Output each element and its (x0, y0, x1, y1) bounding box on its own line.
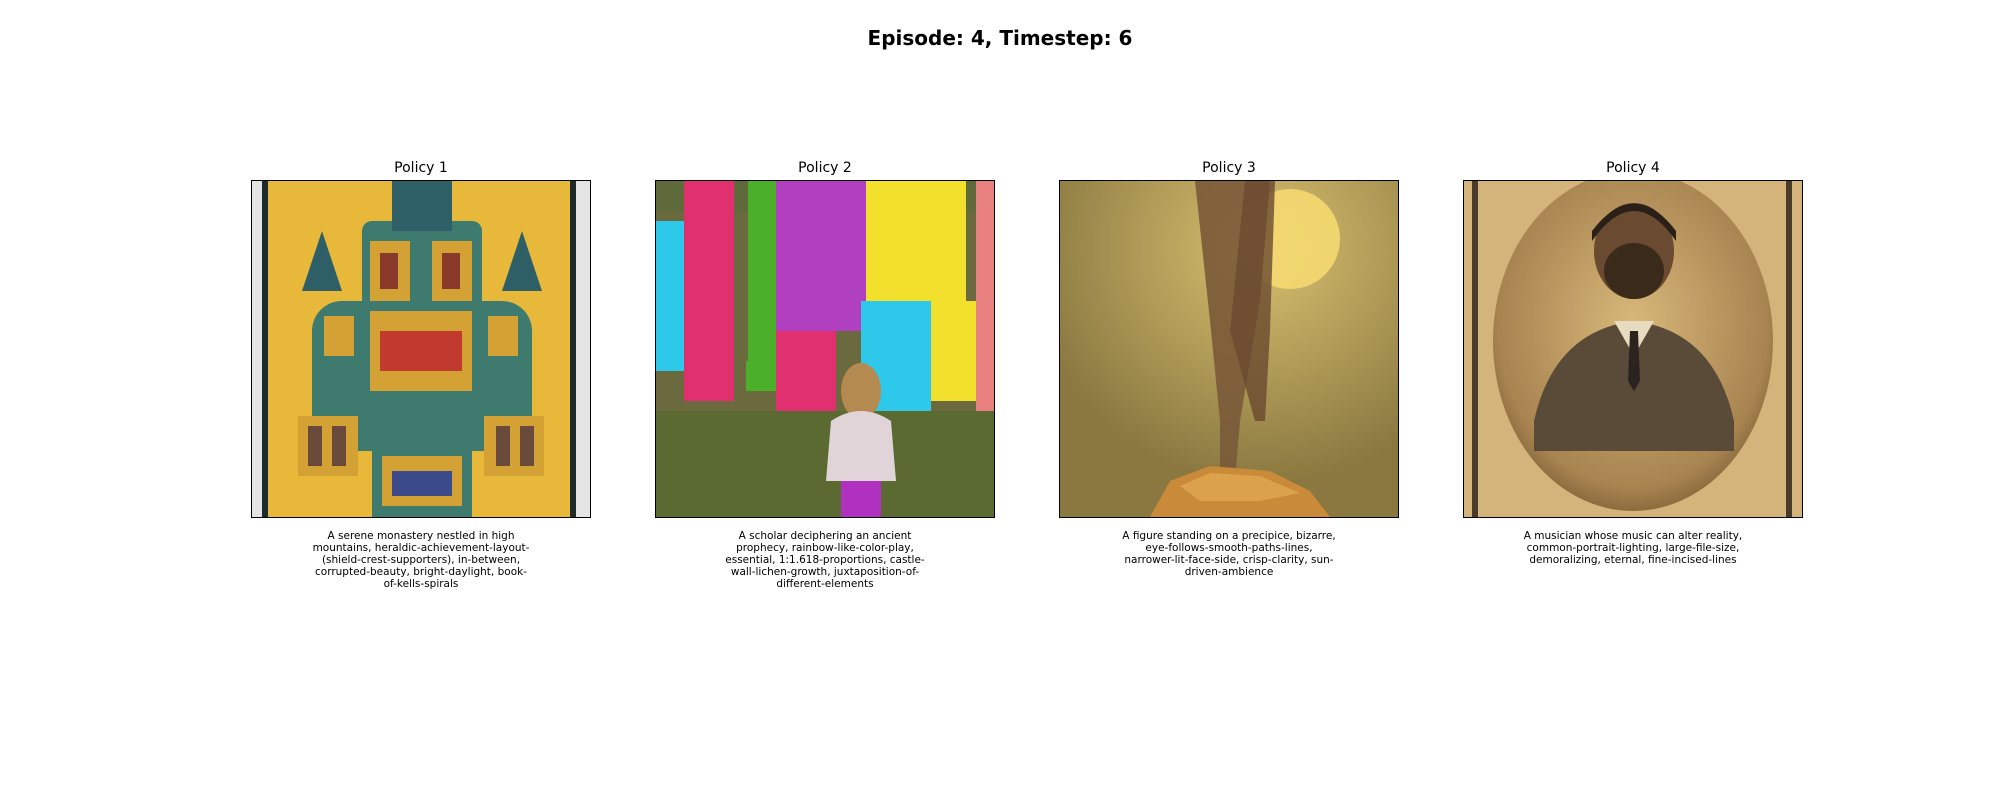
panel-caption: A figure standing on a precipice, bizarr… (1122, 530, 1336, 578)
colorful-wall-scholar-image (656, 181, 994, 517)
policy-panel-3: Policy 3 A figure standing on a precipic… (1059, 158, 1399, 578)
panel-caption: A scholar deciphering an ancient prophec… (725, 530, 925, 590)
policy-image-2 (655, 180, 995, 518)
policy-image-1 (251, 180, 591, 518)
figure-title: Episode: 4, Timestep: 6 (867, 26, 1133, 50)
panel-title: Policy 2 (798, 160, 852, 176)
panel-title: Policy 4 (1606, 160, 1660, 176)
panel-caption: A serene monastery nestled in high mount… (312, 530, 530, 590)
policy-panel-4: Policy 4 A musician whose music can alte… (1463, 158, 1803, 566)
policy-panel-2: Policy 2 A scholar deciphering an ancien… (655, 158, 995, 590)
panel-title: Policy 1 (394, 160, 448, 176)
policy-image-3 (1059, 180, 1399, 518)
musician-portrait-image (1464, 181, 1802, 517)
policy-image-4 (1463, 180, 1803, 518)
panel-caption: A musician whose music can alter reality… (1523, 530, 1743, 566)
illuminated-manuscript-image (252, 181, 590, 517)
panel-title: Policy 3 (1202, 160, 1256, 176)
policy-panel-1: Policy 1 A serene monastery nestled in h… (251, 158, 591, 590)
figure-on-precipice-image (1060, 181, 1398, 517)
